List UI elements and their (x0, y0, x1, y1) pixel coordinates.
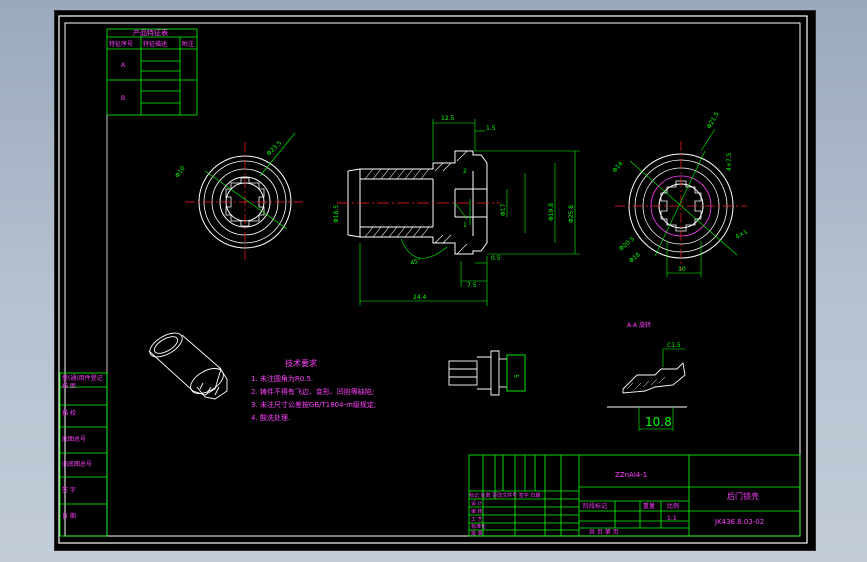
right-view-dim-a: Φ14 (611, 160, 624, 174)
strip-label-1: 描 图 (62, 382, 76, 390)
dim-1: 1 (463, 222, 467, 229)
dim-25-8: Φ25.8 (568, 205, 575, 223)
drawing-number-label: JK436.8.03-02 (714, 518, 764, 526)
left-end-view (185, 132, 305, 262)
role-approve: 批 准 (471, 530, 483, 537)
role-review: 审 核 (471, 508, 483, 515)
features-header-note: 附注 (182, 40, 194, 48)
section-hatching (364, 150, 468, 255)
role-design: 设 计 (471, 500, 483, 507)
isometric-view (148, 332, 228, 400)
strip-label-3: 底图总号 (62, 435, 86, 443)
dim-angle-45: 45° (410, 257, 422, 267)
role-process: 工 艺 (471, 517, 483, 523)
dim-18-5: Φ18.5 (333, 205, 340, 223)
dim-0-5: 0.5 (491, 255, 501, 262)
cad-viewport[interactable]: 产品特征表 特征序号 特征描述 附注 A B 借(通)用件登记 描 图 描 校 … (54, 10, 816, 551)
tech-requirements: 技术要求 1. 未注圆角为R0.5. 2. 铸件不得有飞边、变形、凹陷等缺陷; … (251, 358, 376, 422)
strip-label-6: 日 期 (62, 512, 76, 520)
tech-req-item-2: 2. 铸件不得有飞边、变形、凹陷等缺陷; (251, 387, 374, 396)
dim-10-8: 10.8 (645, 415, 672, 429)
dim-10: 10 (678, 266, 686, 273)
engineering-drawing: 产品特征表 特征序号 特征描述 附注 A B 借(通)用件登记 描 图 描 校 … (58, 15, 808, 544)
tech-req-item-4: 4. 酸洗处理. (251, 413, 290, 422)
sheet-label: 共 页 第 页 (589, 528, 619, 536)
strip-label-0: 借(通)用件登记 (62, 374, 103, 382)
features-row-a: A (121, 62, 126, 69)
dim-24-4: 24.4 (413, 294, 427, 301)
material-label: ZZnAl4-1 (615, 471, 647, 479)
dim-19-8: Φ19.8 (548, 203, 555, 221)
stage-label: 阶段标记 (583, 502, 607, 510)
front-section-view (347, 150, 488, 255)
section-label: A-A 旋转 (627, 321, 651, 329)
left-view-dim-a: Φ10 (174, 165, 187, 179)
scale-value: 1:1 (667, 515, 677, 522)
small-side-view (448, 350, 526, 396)
part-name-label: 后门锁壳 (727, 491, 759, 501)
tech-req-item-1: 1. 未注圆角为R0.5. (251, 374, 313, 383)
right-view-dim-f: 4×1 (735, 228, 750, 240)
dim-12-5: 12.5 (441, 115, 455, 122)
dim-17: Φ17 (500, 203, 507, 216)
strip-label-5: 签 字 (62, 486, 76, 494)
dim-7-5: 7.5 (467, 282, 477, 289)
strip-label-2: 描 校 (62, 409, 76, 417)
scale-label: 比例 (667, 502, 679, 510)
dim-2: 2 (463, 168, 467, 175)
revision-header: 标记 处数 更改文件号 签字 日期 (469, 492, 540, 499)
front-dimension-lines (359, 119, 580, 306)
right-view-dim-d: Φ20.5 (618, 235, 636, 252)
title-block-text: ZZnAl4-1 后门锁壳 JK436.8.03-02 标记 处数 更改文件号 … (469, 471, 764, 537)
sheet-inner-border (64, 22, 801, 537)
features-header-no: 特征序号 (109, 40, 133, 48)
right-view-dim-b: Φ21.5 (706, 111, 721, 130)
features-row-b: B (121, 95, 125, 102)
part-features-title: 产品特征表 (133, 28, 168, 37)
left-view-dim-b: Φ23.5 (265, 140, 283, 158)
dim-1-5: 1.5 (486, 125, 496, 132)
left-strip-table (59, 372, 108, 537)
right-view-dim-e: Φ18 (628, 251, 642, 264)
left-strip-labels: 借(通)用件登记 描 图 描 校 底图总号 旧底图总号 签 字 日 期 (62, 374, 103, 520)
tech-req-title: 技术要求 (285, 358, 317, 368)
role-standard: 标准化 (471, 523, 486, 530)
dim-5: 5 (514, 374, 521, 378)
tech-req-item-3: 3. 未注尺寸公差按GB/T1804-m级规定; (251, 400, 376, 409)
weight-label: 重量 (643, 502, 655, 510)
features-header-desc: 特征描述 (143, 40, 167, 48)
right-view-dim-c: 4×7.5 (726, 152, 733, 171)
dim-c1-5: C1.5 (667, 342, 681, 349)
strip-label-4: 旧底图总号 (62, 460, 92, 468)
sheet-outer-border (58, 15, 808, 544)
